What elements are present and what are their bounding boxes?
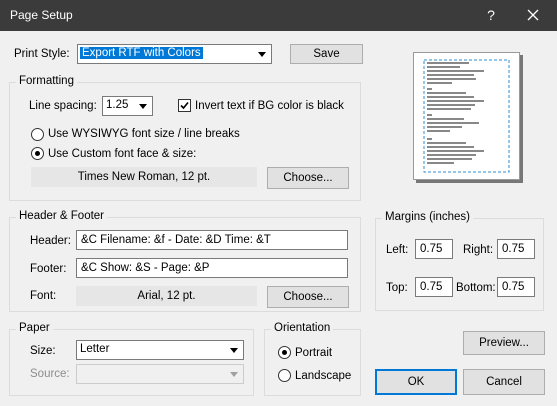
orientation-legend: Orientation [271, 322, 334, 334]
print-style-label: Print Style: [14, 48, 70, 60]
custom-font-radio[interactable] [31, 147, 44, 160]
margin-top-input[interactable]: 0.75 [415, 277, 453, 297]
header-label: Header: [30, 235, 71, 247]
chevron-down-icon [135, 98, 151, 114]
margins-legend: Margins (inches) [382, 211, 473, 223]
margin-left-label: Left: [386, 244, 409, 256]
margin-right-input[interactable]: 0.75 [497, 239, 535, 259]
formatting-legend: Formatting [16, 75, 77, 87]
help-icon[interactable]: ? [478, 0, 504, 31]
landscape-label: Landscape [295, 370, 352, 382]
title-bar: Page Setup ? [0, 0, 557, 31]
margin-right-label: Right: [463, 244, 494, 256]
line-spacing-label: Line spacing: [29, 100, 97, 112]
header-font-display: Arial, 12 pt. [76, 286, 257, 306]
invert-text-label: Invert text if BG color is black [195, 100, 344, 112]
orientation-group: Orientation [264, 322, 361, 396]
header-input[interactable]: &C Filename: &f - Date: &D Time: &T [76, 230, 348, 250]
page-preview [413, 52, 520, 180]
line-spacing-select[interactable]: 1.25 [102, 96, 153, 116]
paper-size-value: Letter [80, 343, 110, 355]
header-font-label: Font: [30, 290, 57, 302]
paper-size-label: Size: [30, 345, 56, 357]
footer-label: Footer: [30, 263, 67, 275]
portrait-radio[interactable] [278, 346, 291, 359]
wysiwyg-label: Use WYSIWYG font size / line breaks [48, 128, 240, 140]
footer-input[interactable]: &C Show: &S - Page: &P [76, 258, 348, 278]
portrait-label: Portrait [295, 347, 333, 359]
cancel-button[interactable]: Cancel [463, 369, 545, 395]
paper-source-select [76, 364, 244, 384]
wysiwyg-radio[interactable] [31, 128, 44, 141]
print-style-value: Export RTF with Colors [80, 47, 203, 59]
paper-source-label: Source: [30, 368, 70, 380]
preview-button[interactable]: Preview... [463, 331, 545, 355]
line-spacing-value: 1.25 [106, 99, 129, 111]
chevron-down-icon [226, 342, 242, 358]
header-footer-legend: Header & Footer [16, 210, 108, 222]
margin-top-label: Top: [386, 282, 408, 294]
choose-header-font-button[interactable]: Choose... [267, 286, 349, 308]
save-button[interactable]: Save [290, 44, 363, 64]
close-icon[interactable] [520, 0, 546, 31]
paper-legend: Paper [16, 322, 53, 334]
window-title: Page Setup [10, 8, 73, 22]
ok-button[interactable]: OK [375, 369, 457, 395]
margin-bottom-label: Bottom: [456, 282, 496, 294]
invert-text-checkbox[interactable] [178, 99, 191, 112]
paper-size-select[interactable]: Letter [76, 340, 244, 360]
chevron-down-icon [226, 366, 242, 382]
body-font-display: Times New Roman, 12 pt. [31, 167, 257, 187]
print-style-select[interactable]: Export RTF with Colors [77, 44, 272, 64]
landscape-radio[interactable] [278, 369, 291, 382]
margin-left-input[interactable]: 0.75 [415, 239, 453, 259]
custom-font-label: Use Custom font face & size: [48, 148, 197, 160]
margin-bottom-input[interactable]: 0.75 [497, 277, 535, 297]
choose-body-font-button[interactable]: Choose... [267, 167, 349, 189]
chevron-down-icon [254, 46, 270, 62]
margins-group: Margins (inches) [375, 211, 544, 311]
